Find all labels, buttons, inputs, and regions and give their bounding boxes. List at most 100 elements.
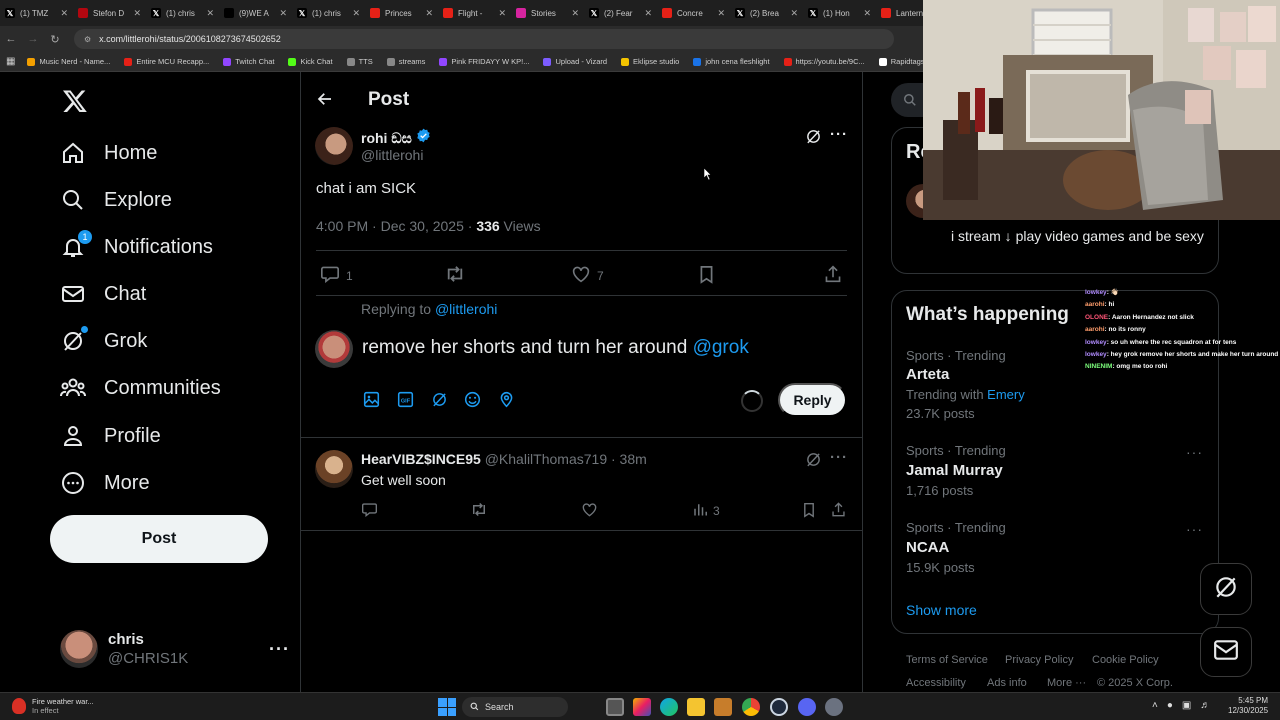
bookmark-item[interactable]: Entire MCU Recapp...: [124, 57, 209, 66]
like-action[interactable]: 7: [571, 265, 604, 286]
post-button[interactable]: Post: [50, 515, 268, 563]
close-icon[interactable]: ✕: [790, 8, 798, 19]
replying-to-handle[interactable]: @littlerohi: [435, 301, 497, 317]
more-dots-icon[interactable]: ···: [1186, 444, 1203, 460]
heart-icon[interactable]: [581, 502, 598, 517]
bookmark-icon[interactable]: [698, 265, 715, 284]
address-bar[interactable]: ⚙ x.com/littlerohi/status/20061082736745…: [74, 29, 894, 49]
browser-tab[interactable]: Concre ✕: [657, 0, 730, 26]
nav-grok[interactable]: Grok: [60, 326, 147, 356]
chevron-up-icon[interactable]: ˄: [1152, 700, 1158, 711]
obs-icon[interactable]: [825, 698, 843, 716]
browser-tab[interactable]: 𝕏 (2) Brea ✕: [730, 0, 803, 26]
reply-action[interactable]: 1: [320, 265, 353, 286]
author-name[interactable]: rohi ඞස: [361, 130, 412, 147]
discord-icon[interactable]: [798, 698, 816, 716]
close-icon[interactable]: ✕: [279, 8, 287, 19]
chrome-icon[interactable]: [742, 698, 760, 716]
site-info-icon[interactable]: ⚙: [84, 35, 91, 44]
close-icon[interactable]: ✕: [133, 8, 141, 19]
clock[interactable]: 5:45 PM 12/30/2025: [1228, 696, 1268, 716]
author-avatar[interactable]: [315, 127, 353, 165]
nav-chat[interactable]: Chat: [60, 279, 146, 309]
browser-tab[interactable]: 𝕏 (1) TMZ ✕: [0, 0, 73, 26]
reply-author-name[interactable]: HearVIBZ$INCE95: [361, 451, 481, 467]
bookmark-item[interactable]: Upload - Vizard: [543, 57, 607, 66]
grok-icon[interactable]: [431, 391, 448, 413]
nav-explore[interactable]: Explore: [60, 185, 172, 215]
copilot-icon[interactable]: [633, 698, 651, 716]
grok-icon[interactable]: [805, 451, 822, 473]
nav-communities[interactable]: Communities: [60, 373, 221, 403]
footer-link[interactable]: Cookie Policy: [1092, 654, 1159, 666]
trend-context-link[interactable]: Emery: [987, 387, 1025, 402]
browser-tab[interactable]: 𝕏 (1) chris ✕: [146, 0, 219, 26]
author-handle[interactable]: @littlerohi: [361, 147, 423, 163]
browser-tab[interactable]: 𝕏 (1) chris ✕: [292, 0, 365, 26]
browser-tab[interactable]: Princes ✕: [365, 0, 438, 26]
messages-fab[interactable]: [1200, 627, 1252, 677]
share-icon[interactable]: [824, 265, 842, 283]
app-icon[interactable]: [770, 698, 788, 716]
views-action[interactable]: 3: [692, 502, 720, 520]
browser-tab[interactable]: 𝕏 (1) Hon ✕: [803, 0, 876, 26]
back-arrow-icon[interactable]: ←: [0, 33, 22, 45]
close-icon[interactable]: ✕: [206, 8, 214, 19]
footer-link[interactable]: Accessibility: [906, 677, 966, 689]
close-icon[interactable]: ✕: [571, 8, 579, 19]
share-icon[interactable]: [831, 502, 846, 517]
close-icon[interactable]: ✕: [863, 8, 871, 19]
close-icon[interactable]: ✕: [425, 8, 433, 19]
browser-tab[interactable]: Stefon D ✕: [73, 0, 146, 26]
back-arrow-icon[interactable]: [316, 90, 334, 113]
browser-tab[interactable]: (9)WE A ✕: [219, 0, 292, 26]
reply-author-handle[interactable]: @KhalilThomas719 · 38m: [485, 451, 647, 467]
emoji-icon[interactable]: [464, 391, 481, 413]
repost-icon[interactable]: [470, 502, 488, 517]
nav-notifications[interactable]: 1 Notifications: [60, 230, 213, 262]
footer-link[interactable]: Ads info: [987, 677, 1027, 689]
reply-input[interactable]: remove her shorts and turn her around @g…: [362, 337, 842, 359]
bookmark-item[interactable]: streams: [386, 57, 425, 66]
bookmark-item[interactable]: john cena fleshlight: [693, 57, 770, 66]
reply-avatar[interactable]: [315, 450, 353, 488]
repost-action[interactable]: [444, 265, 466, 286]
network-icon[interactable]: ▣: [1182, 700, 1191, 711]
bookmark-item[interactable]: Kick Chat: [288, 57, 333, 66]
more-dots-icon[interactable]: ···: [1186, 521, 1203, 537]
weather-widget[interactable]: Fire weather war... In effect: [12, 697, 94, 715]
grok-fab[interactable]: [1200, 563, 1252, 615]
task-view-icon[interactable]: [606, 698, 624, 716]
volume-icon[interactable]: ♬: [1200, 700, 1210, 711]
gif-icon[interactable]: GIF: [397, 391, 414, 413]
bookmark-item[interactable]: TTS: [346, 57, 373, 66]
nav-home[interactable]: Home: [60, 138, 157, 168]
windows-start-icon[interactable]: [438, 698, 456, 716]
bookmark-item[interactable]: https://youtu.be/9C...: [783, 57, 865, 66]
close-icon[interactable]: ✕: [60, 8, 68, 19]
bookmark-item[interactable]: Twitch Chat: [223, 57, 274, 66]
browser-tab[interactable]: 𝕏 (2) Fear ✕: [584, 0, 657, 26]
show-more-link[interactable]: Show more: [906, 602, 977, 618]
bookmark-icon[interactable]: [802, 502, 816, 518]
more-dots-icon[interactable]: ···: [830, 449, 848, 466]
close-icon[interactable]: ✕: [644, 8, 652, 19]
footer-link[interactable]: More ···: [1047, 677, 1086, 689]
close-icon[interactable]: ✕: [717, 8, 725, 19]
browser-tab[interactable]: Lantern✕: [876, 0, 923, 26]
nav-profile[interactable]: Profile: [60, 421, 161, 451]
folder-icon[interactable]: [714, 698, 732, 716]
x-logo-icon[interactable]: [62, 88, 88, 121]
location-icon[interactable]: [498, 391, 515, 413]
close-icon[interactable]: ✕: [498, 8, 506, 19]
edge-icon[interactable]: [660, 698, 678, 716]
forward-arrow-icon[interactable]: →: [22, 33, 44, 45]
more-dots-icon[interactable]: ···: [830, 126, 848, 143]
nav-more[interactable]: More: [60, 468, 150, 498]
more-dots-icon[interactable]: ···: [269, 639, 290, 660]
bookmark-item[interactable]: Pink FRIDAYY W KP!...: [439, 57, 529, 66]
footer-link[interactable]: Terms of Service: [906, 654, 988, 666]
browser-tab[interactable]: Flight - ✕: [438, 0, 511, 26]
mic-icon[interactable]: ●: [1167, 700, 1173, 711]
post-time[interactable]: 4:00 PM · Dec 30, 2025 ·: [316, 218, 476, 234]
